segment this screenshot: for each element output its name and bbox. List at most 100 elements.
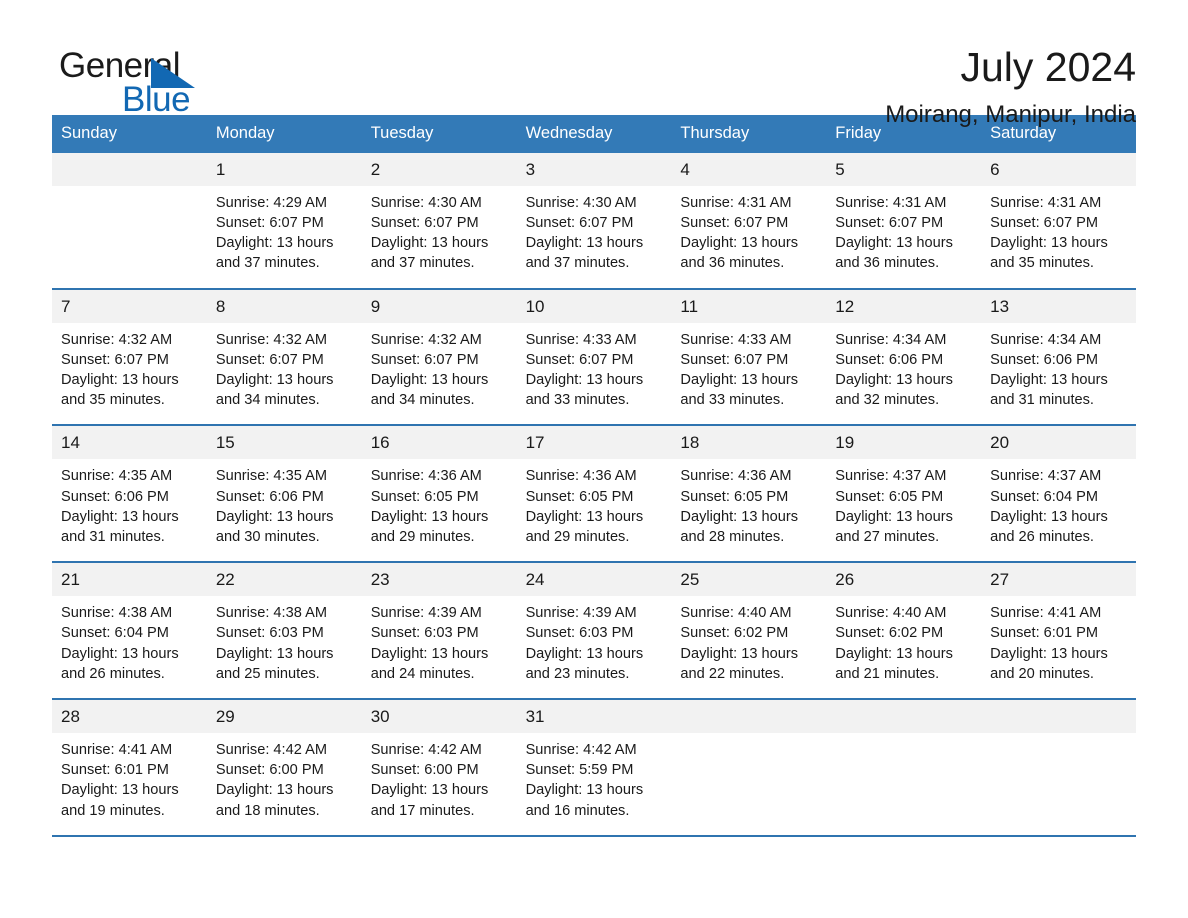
- day-number[interactable]: 15: [207, 426, 362, 459]
- daylight-text: Daylight: 13 hours and 29 minutes.: [370, 508, 489, 546]
- daylight-text: Daylight: 13 hours and 29 minutes.: [525, 508, 644, 546]
- sunrise-text: Sunrise: 4:30 AM: [525, 194, 637, 211]
- sunrise-text: Sunrise: 4:33 AM: [525, 331, 637, 348]
- day-cell[interactable]: Sunrise: 4:36 AM Sunset: 6:05 PM Daylight:…: [362, 459, 517, 561]
- daylight-text: Daylight: 13 hours and 31 minutes.: [61, 508, 179, 546]
- weekday-header-row: Sunday Monday Tuesday Wednesday Thursday Frid…: [52, 115, 1136, 153]
- day-cell[interactable]: Sunrise: 4:36 AM Sunset: 6:05 PM Daylight:…: [671, 459, 826, 561]
- sunset-text: Sunset: 6:06 PM: [61, 488, 169, 505]
- day-number-empty: [981, 700, 1136, 733]
- day-number[interactable]: 8: [207, 290, 362, 323]
- day-number[interactable]: 18: [671, 426, 826, 459]
- day-number[interactable]: 7: [52, 290, 207, 323]
- day-cell[interactable]: Sunrise: 4:41 AM Sunset: 6:01 PM Daylight:…: [52, 733, 207, 835]
- day-number[interactable]: 14: [52, 426, 207, 459]
- daylight-text: Daylight: 13 hours and 37 minutes.: [525, 235, 644, 272]
- sunset-text: Sunset: 6:05 PM: [525, 488, 634, 505]
- day-cell[interactable]: Sunrise: 4:32 AM Sunset: 6:07 PM Daylight:…: [362, 323, 517, 425]
- calendar-grid: Sunday Monday Tuesday Wednesday Thursday Frid…: [52, 115, 1136, 837]
- sunset-text: Sunset: 6:01 PM: [61, 762, 169, 779]
- day-cell[interactable]: Sunrise: 4:29 AM Sunset: 6:07 PM Daylight:…: [207, 186, 362, 288]
- sunset-text: Sunset: 6:07 PM: [990, 215, 1099, 231]
- day-number[interactable]: 25: [671, 563, 826, 596]
- sunrise-text: Sunrise: 4:32 AM: [370, 331, 482, 348]
- day-number[interactable]: 16: [362, 426, 517, 459]
- day-cell[interactable]: Sunrise: 4:35 AM Sunset: 6:06 PM Daylight:…: [52, 459, 207, 561]
- day-number[interactable]: 17: [517, 426, 672, 459]
- day-number[interactable]: 4: [671, 153, 826, 186]
- day-cell[interactable]: Sunrise: 4:39 AM Sunset: 6:03 PM Daylight:…: [517, 596, 672, 698]
- sunrise-text: Sunrise: 4:29 AM: [215, 194, 327, 211]
- day-cell[interactable]: Sunrise: 4:38 AM Sunset: 6:03 PM Daylight:…: [207, 596, 362, 698]
- day-number[interactable]: 31: [517, 700, 672, 733]
- day-cell[interactable]: Sunrise: 4:31 AM Sunset: 6:07 PM Daylight:…: [671, 186, 826, 288]
- week-daynumber-band: 21 22 23 24 25 26 27: [52, 563, 1136, 597]
- day-cell[interactable]: Sunrise: 4:31 AM Sunset: 6:07 PM Daylight:…: [981, 186, 1136, 288]
- day-cell[interactable]: Sunrise: 4:37 AM Sunset: 6:05 PM Daylight:…: [826, 459, 981, 561]
- sunrise-text: Sunrise: 4:40 AM: [680, 605, 792, 622]
- day-cell[interactable]: Sunrise: 4:42 AM Sunset: 5:59 PM Daylight:…: [517, 733, 672, 835]
- day-number[interactable]: 22: [207, 563, 362, 596]
- day-cell[interactable]: Sunrise: 4:33 AM Sunset: 6:07 PM Daylight:…: [517, 323, 672, 425]
- day-number[interactable]: 30: [362, 700, 517, 733]
- day-number[interactable]: 20: [981, 426, 1136, 459]
- day-number[interactable]: 28: [52, 700, 207, 733]
- day-number[interactable]: 5: [826, 153, 981, 186]
- day-cell[interactable]: Sunrise: 4:42 AM Sunset: 6:00 PM Daylight:…: [207, 733, 362, 835]
- daylight-text: Daylight: 13 hours and 26 minutes.: [61, 645, 179, 682]
- day-number[interactable]: 1: [207, 153, 362, 186]
- day-number[interactable]: 10: [517, 290, 672, 323]
- week-daynumber-band: 14 15 16 17 18 19 20: [52, 426, 1136, 460]
- day-cell[interactable]: Sunrise: 4:34 AM Sunset: 6:06 PM Daylight:…: [981, 323, 1136, 425]
- sunrise-text: Sunrise: 4:39 AM: [525, 605, 637, 622]
- daylight-text: Daylight: 13 hours and 20 minutes.: [990, 645, 1108, 682]
- weekday-header-wednesday: Wednesday: [525, 124, 613, 142]
- day-cell[interactable]: Sunrise: 4:41 AM Sunset: 6:01 PM Daylight:…: [981, 596, 1136, 698]
- day-cell[interactable]: Sunrise: 4:30 AM Sunset: 6:07 PM Daylight:…: [362, 186, 517, 288]
- sunset-text: Sunset: 6:00 PM: [370, 762, 479, 779]
- day-cell[interactable]: Sunrise: 4:32 AM Sunset: 6:07 PM Daylight:…: [207, 323, 362, 425]
- day-cell[interactable]: Sunrise: 4:42 AM Sunset: 6:00 PM Daylight:…: [362, 733, 517, 835]
- day-cell[interactable]: Sunrise: 4:30 AM Sunset: 6:07 PM Daylight:…: [517, 186, 672, 288]
- day-number[interactable]: 24: [517, 563, 672, 596]
- sunset-text: Sunset: 6:05 PM: [680, 488, 789, 505]
- day-cell[interactable]: Sunrise: 4:34 AM Sunset: 6:06 PM Daylight:…: [826, 323, 981, 425]
- sunset-text: Sunset: 6:02 PM: [680, 625, 789, 642]
- day-number[interactable]: 23: [362, 563, 517, 596]
- day-cell[interactable]: Sunrise: 4:36 AM Sunset: 6:05 PM Daylight:…: [517, 459, 672, 561]
- day-number[interactable]: 6: [981, 153, 1136, 186]
- week-detail-band: Sunrise: 4:29 AM Sunset: 6:07 PM Daylight:…: [52, 185, 1136, 288]
- daylight-text: Daylight: 13 hours and 35 minutes.: [61, 372, 179, 409]
- day-number[interactable]: 12: [826, 290, 981, 323]
- daylight-text: Daylight: 13 hours and 35 minutes.: [990, 235, 1108, 272]
- day-cell[interactable]: Sunrise: 4:39 AM Sunset: 6:03 PM Daylight:…: [362, 596, 517, 698]
- day-number[interactable]: 19: [826, 426, 981, 459]
- day-cell[interactable]: Sunrise: 4:40 AM Sunset: 6:02 PM Daylight:…: [671, 596, 826, 698]
- day-number[interactable]: 2: [362, 153, 517, 186]
- sunset-text: Sunset: 6:07 PM: [215, 215, 324, 231]
- week-daynumber-band: 28 29 30 31: [52, 700, 1136, 734]
- sunset-text: Sunset: 5:59 PM: [525, 762, 634, 779]
- weekday-header-sunday: Sunday: [61, 124, 117, 142]
- calendar-week-row: 14 15 16 17 18 19 20 Sunrise: 4:35 AM Sunset: 6:…: [52, 426, 1136, 564]
- daylight-text: Daylight: 13 hours and 25 minutes.: [215, 645, 334, 682]
- day-number[interactable]: 13: [981, 290, 1136, 323]
- day-number[interactable]: 21: [52, 563, 207, 596]
- generalblue-logo[interactable]: General Blue: [52, 46, 262, 120]
- daylight-text: Daylight: 13 hours and 34 minutes.: [370, 372, 489, 409]
- sunrise-text: Sunrise: 4:35 AM: [215, 468, 327, 485]
- day-number[interactable]: 26: [826, 563, 981, 596]
- day-cell[interactable]: Sunrise: 4:32 AM Sunset: 6:07 PM Daylight:…: [52, 323, 207, 425]
- day-cell[interactable]: Sunrise: 4:33 AM Sunset: 6:07 PM Daylight:…: [671, 323, 826, 425]
- day-number[interactable]: 3: [517, 153, 672, 186]
- day-number[interactable]: 11: [671, 290, 826, 323]
- day-cell[interactable]: Sunrise: 4:37 AM Sunset: 6:04 PM Daylight:…: [981, 459, 1136, 561]
- day-number[interactable]: 29: [207, 700, 362, 733]
- day-cell[interactable]: Sunrise: 4:40 AM Sunset: 6:02 PM Daylight:…: [826, 596, 981, 698]
- day-cell[interactable]: Sunrise: 4:31 AM Sunset: 6:07 PM Daylight:…: [826, 186, 981, 288]
- day-number[interactable]: 27: [981, 563, 1136, 596]
- day-cell[interactable]: Sunrise: 4:35 AM Sunset: 6:06 PM Daylight:…: [207, 459, 362, 561]
- day-number[interactable]: 9: [362, 290, 517, 323]
- day-cell-empty: [981, 733, 1136, 835]
- day-cell[interactable]: Sunrise: 4:38 AM Sunset: 6:04 PM Daylight:…: [52, 596, 207, 698]
